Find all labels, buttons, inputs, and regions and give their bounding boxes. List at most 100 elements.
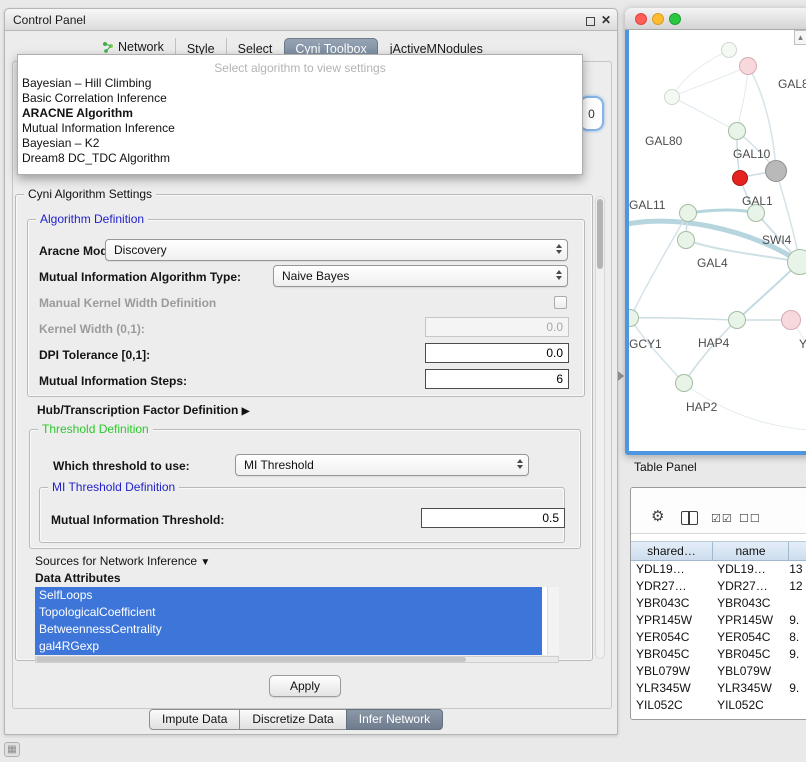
panel-sash-arrow-icon[interactable] bbox=[618, 371, 624, 381]
select-none-icon[interactable]: ☐☐ bbox=[739, 511, 761, 527]
table-row[interactable]: YDR27…YDR27…12 bbox=[631, 578, 806, 595]
network-node-selected-red[interactable] bbox=[732, 170, 748, 186]
sources-title: Sources for Network Inference bbox=[35, 554, 197, 568]
attribute-item-selected[interactable]: SelfLoops bbox=[35, 587, 542, 604]
close-traffic-light[interactable] bbox=[635, 13, 647, 25]
network-window-titlebar bbox=[625, 8, 806, 30]
attribute-item-selected[interactable]: BetweennessCentrality bbox=[35, 621, 542, 638]
dpi-tolerance-label: DPI Tolerance [0,1]: bbox=[39, 348, 150, 362]
dpi-tolerance-field[interactable] bbox=[425, 343, 569, 363]
algorithm-option[interactable]: Dream8 DC_TDC Algorithm bbox=[18, 151, 582, 166]
mi-threshold-label: Mutual Information Threshold: bbox=[51, 513, 224, 527]
algorithm-dropdown-popup: Select algorithm to view settings Bayesi… bbox=[17, 54, 583, 175]
apply-button[interactable]: Apply bbox=[269, 675, 341, 697]
attribute-list-hscrollbar[interactable] bbox=[35, 656, 559, 663]
mi-steps-label: Mutual Information Steps: bbox=[39, 374, 187, 388]
settings-scrollbar-thumb[interactable] bbox=[597, 199, 603, 269]
tab-infer-network[interactable]: Infer Network bbox=[346, 709, 443, 730]
table-row[interactable]: YIL052CYIL052C bbox=[631, 697, 806, 714]
mi-threshold-field[interactable] bbox=[421, 508, 565, 528]
attribute-list-vscrollbar[interactable] bbox=[547, 587, 559, 655]
network-node[interactable] bbox=[728, 311, 746, 329]
manual-kernel-label: Manual Kernel Width Definition bbox=[39, 296, 216, 310]
mi-steps-field[interactable] bbox=[425, 369, 569, 389]
spinner-value: 0 bbox=[588, 107, 595, 121]
node-label: GAL11 bbox=[629, 198, 665, 212]
table-row[interactable]: YBL079WYBL079W bbox=[631, 663, 806, 680]
node-label: GAL10 bbox=[733, 147, 770, 161]
column-header-partial[interactable] bbox=[789, 541, 806, 561]
algorithm-option[interactable]: Bayesian – Hill Climbing bbox=[18, 76, 582, 91]
table-header-row: shared… name bbox=[631, 541, 806, 561]
node-label: SWI4 bbox=[762, 233, 791, 247]
which-threshold-value: MI Threshold bbox=[244, 458, 314, 472]
settings-group-title: Cyni Algorithm Settings bbox=[24, 187, 156, 201]
which-threshold-label: Which threshold to use: bbox=[53, 459, 190, 473]
minimize-traffic-light[interactable] bbox=[652, 13, 664, 25]
network-node[interactable] bbox=[679, 204, 697, 222]
table-row[interactable]: YBR043CYBR043C bbox=[631, 595, 806, 612]
mi-type-value: Naive Bayes bbox=[282, 269, 349, 283]
algorithm-option[interactable]: Basic Correlation Inference bbox=[18, 91, 582, 106]
network-scrollbar-up[interactable]: ▴ bbox=[794, 30, 806, 45]
select-all-icon[interactable]: ☑☑ bbox=[711, 511, 733, 527]
node-label: HAP2 bbox=[686, 400, 717, 414]
show-columns-icon[interactable] bbox=[681, 511, 698, 525]
float-window-icon[interactable] bbox=[586, 17, 595, 26]
network-node[interactable] bbox=[675, 374, 693, 392]
node-label: GAL80 bbox=[645, 134, 682, 148]
data-attributes-label: Data Attributes bbox=[35, 571, 121, 585]
network-node[interactable] bbox=[787, 249, 806, 275]
tab-impute-data[interactable]: Impute Data bbox=[149, 709, 240, 730]
control-panel-window: Control Panel ✕ Network Style Select Cyn… bbox=[4, 8, 618, 735]
mi-threshold-group-title: MI Threshold Definition bbox=[48, 480, 179, 494]
mi-type-label: Mutual Information Algorithm Type: bbox=[39, 270, 241, 284]
dock-panel-icon[interactable]: ▦ bbox=[4, 742, 20, 757]
network-node[interactable] bbox=[677, 231, 695, 249]
table-toolbar: ⚙ ☑☑ ☐☐ bbox=[631, 488, 806, 534]
sources-toggle[interactable]: Sources for Network Inference ▼ bbox=[35, 554, 210, 568]
table-row[interactable]: YBR045CYBR045C9. bbox=[631, 646, 806, 663]
column-header-name[interactable]: name bbox=[713, 541, 789, 561]
network-node[interactable] bbox=[728, 122, 746, 140]
hub-definition-toggle[interactable]: Hub/Transcription Factor Definition ▶ bbox=[37, 403, 249, 417]
combo-arrows-icon bbox=[517, 459, 523, 469]
network-node[interactable] bbox=[664, 89, 680, 105]
data-attributes-list: SelfLoops TopologicalCoefficient Between… bbox=[35, 587, 559, 655]
network-node[interactable] bbox=[721, 42, 737, 58]
gear-icon[interactable]: ⚙ bbox=[651, 509, 664, 525]
kernel-width-label: Kernel Width (0,1): bbox=[39, 322, 145, 336]
node-label: GAL8 bbox=[778, 77, 806, 91]
mi-type-combo[interactable]: Naive Bayes bbox=[273, 265, 568, 287]
network-canvas[interactable]: GAL8 GAL80 GAL10 GAL11 GAL1 SWI4 GAL4 GC… bbox=[629, 30, 806, 451]
network-view-window: GAL8 GAL80 GAL10 GAL11 GAL1 SWI4 GAL4 GC… bbox=[625, 8, 806, 455]
node-label: GCY1 bbox=[629, 337, 662, 351]
network-node[interactable] bbox=[781, 310, 801, 330]
network-node[interactable] bbox=[739, 57, 757, 75]
tab-discretize-data[interactable]: Discretize Data bbox=[239, 709, 346, 730]
collapse-right-icon: ▶ bbox=[242, 406, 250, 417]
which-threshold-combo[interactable]: MI Threshold bbox=[235, 454, 529, 476]
attribute-item-selected[interactable]: TopologicalCoefficient bbox=[35, 604, 542, 621]
network-node-gray[interactable] bbox=[765, 160, 787, 182]
algorithm-option-selected[interactable]: ARACNE Algorithm bbox=[18, 106, 582, 121]
scroll-up-arrow-icon: ▴ bbox=[798, 32, 803, 43]
table-row[interactable]: YDL19…YDL19…13 bbox=[631, 561, 806, 578]
zoom-traffic-light[interactable] bbox=[669, 13, 681, 25]
table-row[interactable]: YLR345WYLR345W9. bbox=[631, 680, 806, 697]
close-icon[interactable]: ✕ bbox=[601, 12, 611, 28]
table-panel-title: Table Panel bbox=[634, 460, 697, 474]
dropdown-placeholder: Select algorithm to view settings bbox=[18, 60, 582, 76]
algorithm-option[interactable]: Bayesian – K2 bbox=[18, 136, 582, 151]
table-row[interactable]: YPR145WYPR145W9. bbox=[631, 612, 806, 629]
table-row[interactable]: YER054CYER054C8. bbox=[631, 629, 806, 646]
table-body: YDL19…YDL19…13 YDR27…YDR27…12 YBR043CYBR… bbox=[631, 561, 806, 719]
combo-arrows-icon bbox=[556, 270, 562, 280]
settings-scrollbar[interactable] bbox=[595, 196, 605, 659]
column-header-shared-name[interactable]: shared… bbox=[631, 541, 713, 561]
attribute-item-selected[interactable]: gal4RGexp bbox=[35, 638, 542, 655]
node-label: Y bbox=[799, 337, 806, 351]
algorithm-option[interactable]: Mutual Information Inference bbox=[18, 121, 582, 136]
aracne-mode-combo[interactable]: Discovery bbox=[105, 239, 568, 261]
table-panel-window: ⚙ ☑☑ ☐☐ shared… name YDL19…YDL19…13 YDR2… bbox=[630, 487, 806, 720]
